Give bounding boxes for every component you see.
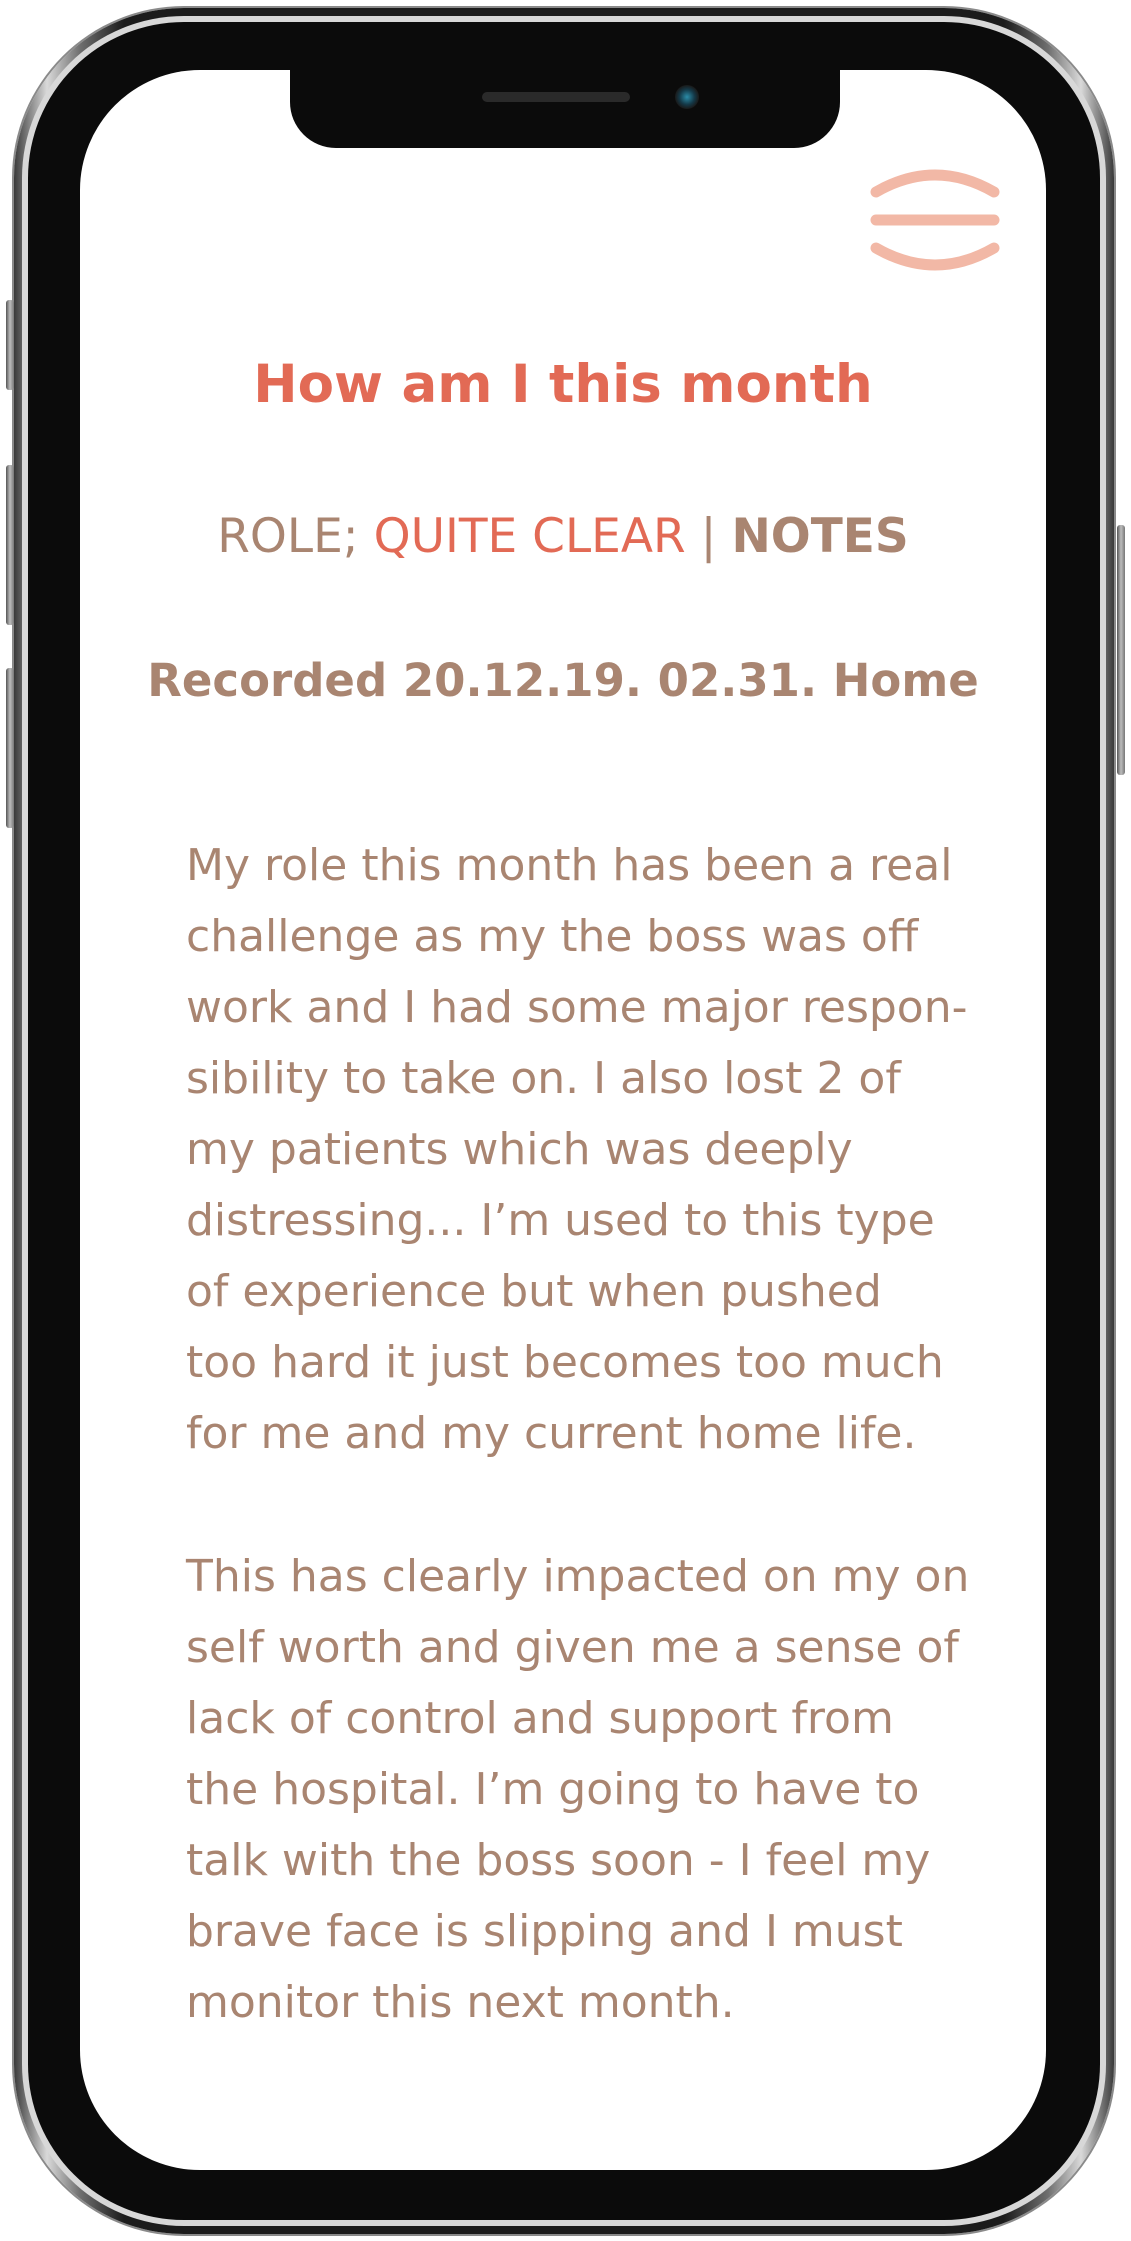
notes-tab[interactable]: NOTES <box>731 509 908 564</box>
page-title: How am I this month <box>253 354 873 415</box>
note-line: My role this month has been a real <box>186 840 953 891</box>
note-line: the hospital. I’m going to have to <box>186 1764 920 1815</box>
note-line: talk with the boss soon - I feel my <box>186 1835 931 1886</box>
note-line: work and I had some major respon- <box>186 982 968 1033</box>
menu-icon <box>870 169 1000 271</box>
volume-down-button <box>6 668 14 828</box>
screen: How am I this month ROLE; QUITE CLEAR | … <box>80 70 1046 2170</box>
note-line: challenge as my the boss was off <box>186 911 919 962</box>
note-line: lack of control and support from <box>186 1693 894 1744</box>
note-line: my patients which was deeply <box>186 1124 853 1175</box>
note-line: too hard it just becomes too much <box>186 1337 944 1388</box>
note-paragraph-1: My role this month has been a real chall… <box>186 830 1006 1469</box>
note-line: This has clearly impacted on my on <box>186 1551 970 1602</box>
ringer-switch <box>6 300 14 390</box>
recorded-timestamp: Recorded 20.12.19. 02.31. Home <box>147 654 979 707</box>
role-value: QUITE CLEAR <box>373 509 686 564</box>
note-detail-view: How am I this month ROLE; QUITE CLEAR | … <box>80 70 1046 2170</box>
volume-up-button <box>6 465 14 625</box>
note-line: sibility to take on. I also lost 2 of <box>186 1053 901 1104</box>
note-line: monitor this next month. <box>186 1977 735 2028</box>
role-label: ROLE; <box>217 509 359 564</box>
menu-button[interactable] <box>870 164 1000 276</box>
note-line: for me and my current home life. <box>186 1408 917 1459</box>
role-separator: | <box>700 509 717 564</box>
role-status-line: ROLE; QUITE CLEAR | NOTES <box>80 513 1046 560</box>
notch <box>290 70 840 148</box>
note-paragraph-2: This has clearly impacted on my on self … <box>186 1541 1006 2038</box>
note-line: brave face is slipping and I must <box>186 1906 903 1957</box>
note-line: distressing... I’m used to this type <box>186 1195 935 1246</box>
speaker-grille <box>482 92 630 102</box>
note-line: of experience but when pushed <box>186 1266 882 1317</box>
note-line: self worth and given me a sense of <box>186 1622 959 1673</box>
front-camera-icon <box>675 85 699 109</box>
power-button <box>1117 525 1125 775</box>
